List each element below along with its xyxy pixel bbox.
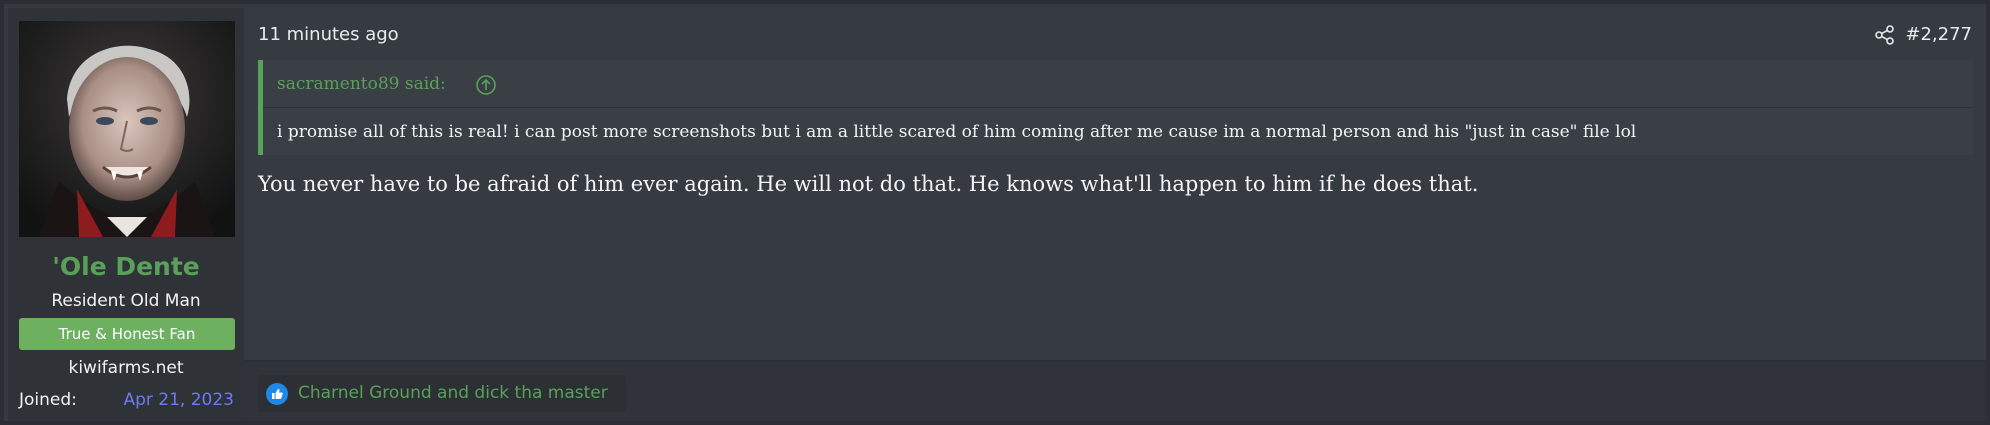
post-body: You never have to be afraid of him ever …: [258, 172, 1479, 196]
user-banner: True & Honest Fan: [19, 318, 235, 350]
joined-label: Joined:: [19, 390, 77, 410]
share-icon[interactable]: [1874, 24, 1896, 46]
user-title: Resident Old Man: [51, 291, 201, 311]
forum-post: 'Ole Dente Resident Old Man True & Hones…: [0, 0, 1990, 425]
avatar[interactable]: [19, 21, 235, 237]
joined-date: Apr 21, 2023: [123, 390, 234, 410]
user-sidebar: 'Ole Dente Resident Old Man True & Hones…: [8, 8, 244, 421]
quote-text: i promise all of this is real! i can pos…: [277, 122, 1637, 142]
quote-header: sacramento89 said:: [263, 60, 1973, 108]
like-icon: [266, 383, 288, 405]
quote-block: sacramento89 said: i promise all of this…: [258, 60, 1973, 155]
arrow-up-circle-icon[interactable]: [475, 74, 497, 96]
avatar-portrait-image: [19, 21, 235, 237]
reaction-users[interactable]: Charnel Ground and dick tha master: [298, 383, 608, 403]
quote-author[interactable]: sacramento89 said:: [277, 74, 446, 94]
post-footer: Charnel Ground and dick tha master: [244, 360, 1986, 421]
post-main: 11 minutes ago #2,277 sacramento89 said:…: [244, 8, 1986, 421]
reactions-bar[interactable]: Charnel Ground and dick tha master: [258, 375, 626, 412]
username[interactable]: 'Ole Dente: [8, 252, 244, 281]
user-site: kiwifarms.net: [68, 358, 184, 378]
post-timestamp[interactable]: 11 minutes ago: [258, 24, 399, 45]
post-number[interactable]: #2,277: [1905, 24, 1972, 45]
